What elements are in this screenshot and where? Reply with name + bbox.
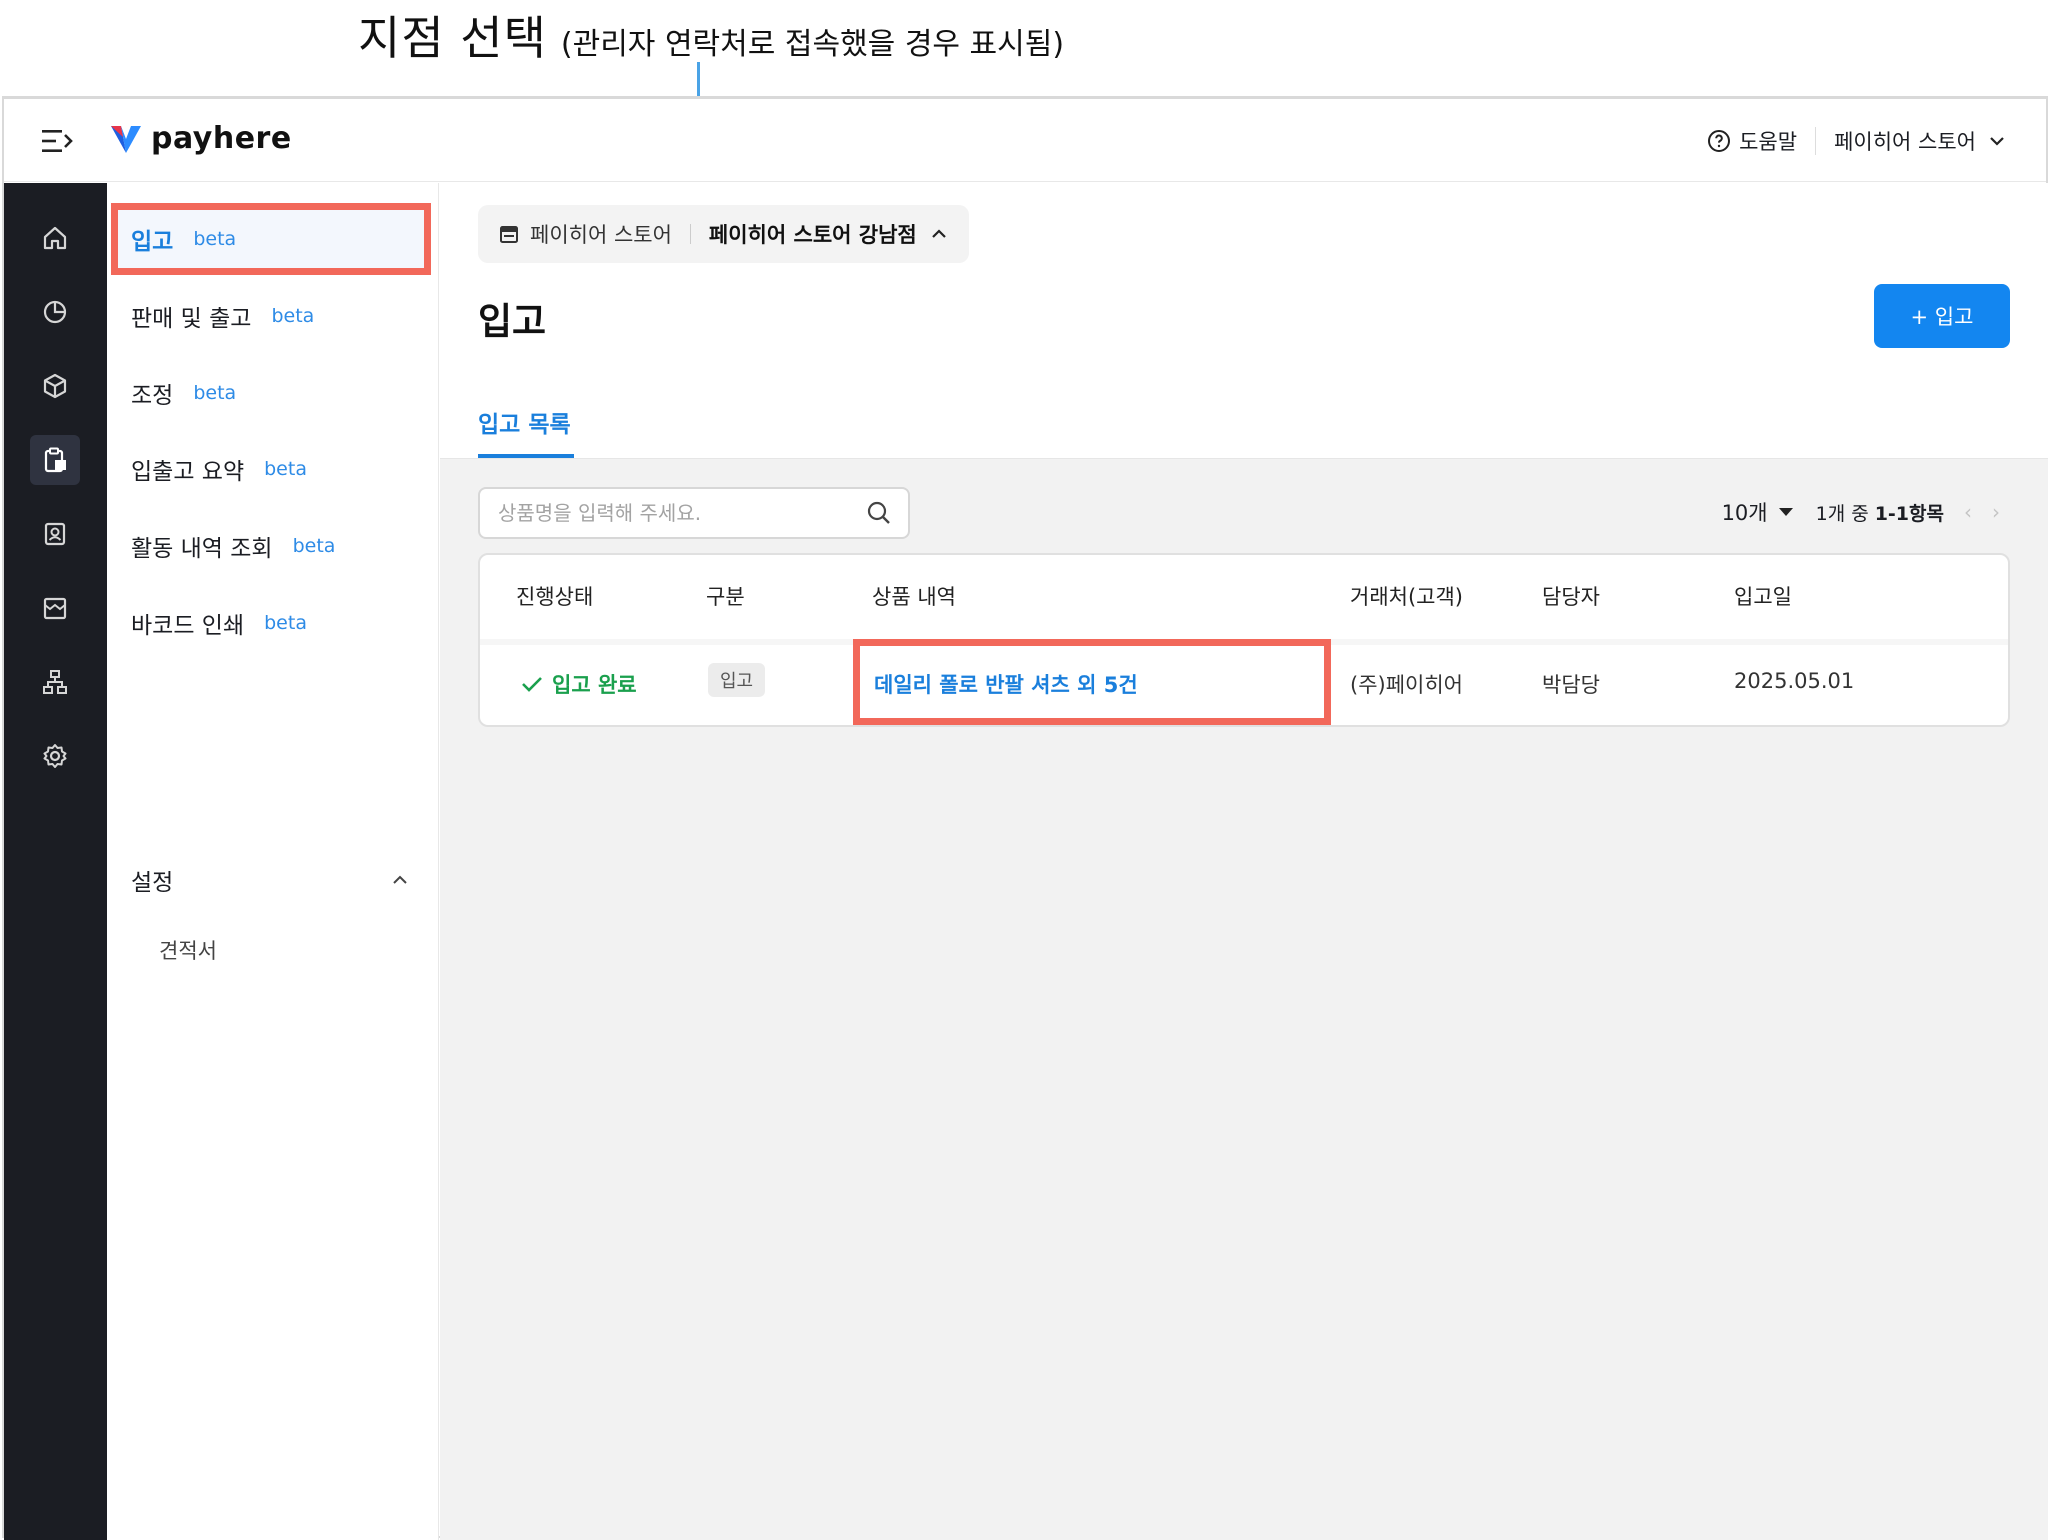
prev-page-icon[interactable]: ‹: [1964, 500, 1972, 524]
beta-badge: beta: [264, 612, 307, 634]
breadcrumb-divider: [689, 224, 691, 244]
icon-rail: [4, 183, 107, 1540]
highlight-box-item-link: [853, 639, 1331, 725]
tab-active-indicator: [478, 454, 574, 458]
caret-down-icon: [1778, 508, 1793, 516]
help-icon: [1708, 130, 1731, 152]
item-range: 1-1항목: [1874, 502, 1944, 525]
type-tag: 입고: [708, 663, 766, 697]
beta-badge: beta: [193, 382, 237, 404]
payhere-logo-icon: [111, 125, 141, 153]
submenu-item-label: 입고: [131, 229, 174, 255]
page-title: 입고: [478, 300, 547, 343]
submenu-item-summary[interactable]: 입출고 요약 beta: [107, 433, 439, 505]
annotation-subtitle: (관리자 연락처로 접속했을 경우 표시됨): [560, 27, 1065, 62]
search-input[interactable]: [496, 500, 866, 526]
store-icon[interactable]: [30, 583, 80, 633]
beta-badge: beta: [292, 535, 336, 557]
menu-toggle-icon[interactable]: [40, 127, 74, 155]
beta-badge: beta: [264, 458, 307, 480]
store-selector[interactable]: 페이히어 스토어: [1834, 126, 2008, 156]
settings-label: 설정: [131, 870, 174, 896]
sub-navigation: 입고 beta 판매 및 출고 beta 조정 beta 입출고 요약 beta…: [107, 183, 439, 1540]
next-page-icon[interactable]: ›: [1992, 500, 2000, 524]
submenu-item-quotation[interactable]: 견적서: [159, 935, 217, 965]
submenu-item-activity-log[interactable]: 활동 내역 조회 beta: [107, 510, 439, 582]
submenu-item-barcode-print[interactable]: 바코드 인쇄 beta: [107, 587, 439, 659]
chevron-up-icon: [931, 229, 946, 238]
date-cell: 2025.05.01: [1734, 669, 1855, 693]
status-text: 입고 완료: [552, 673, 637, 697]
home-icon[interactable]: [30, 213, 80, 263]
divider: [1815, 127, 1817, 155]
breadcrumb-branch: 페이히어 스토어 강남점: [708, 223, 917, 247]
submenu-item-label: 판매 및 출고: [131, 306, 252, 332]
per-page-select[interactable]: 10개: [1722, 497, 1794, 527]
per-page-value: 10개: [1721, 501, 1768, 525]
breadcrumb-store: 페이히어 스토어: [530, 223, 672, 247]
tab-stock-in-list[interactable]: 입고 목록: [478, 405, 571, 439]
submenu-item-label: 입출고 요약: [131, 459, 245, 485]
beta-badge: beta: [193, 228, 237, 250]
main-header: 페이히어 스토어 페이히어 스토어 강남점 입고 + 입고 입고 목록: [440, 183, 2048, 459]
total-count: 1개 중: [1815, 502, 1869, 525]
branch-selector[interactable]: 페이히어 스토어 페이히어 스토어 강남점: [478, 205, 969, 263]
contact-icon[interactable]: [30, 509, 80, 559]
submenu-item-sales-out[interactable]: 판매 및 출고 beta: [107, 280, 439, 352]
annotation-title: 지점 선택: [358, 11, 547, 65]
pagination: 10개 1개 중 1-1항목 ‹ ›: [1722, 497, 2000, 527]
add-stock-in-button[interactable]: + 입고: [1874, 284, 2010, 348]
chart-pie-icon[interactable]: [30, 287, 80, 337]
submenu-section-settings[interactable]: 설정: [107, 844, 439, 916]
help-label: 도움말: [1739, 130, 1798, 154]
app-window: payhere 도움말 페이히어 스토어 입고 beta 판매 및 출고 bet…: [2, 96, 2048, 1540]
column-header-type: 구분: [706, 585, 745, 609]
column-header-status: 진행상태: [516, 585, 594, 609]
column-header-date: 입고일: [1734, 585, 1792, 609]
manager-cell: 박담당: [1542, 673, 1600, 697]
submenu-item-label: 활동 내역 조회: [131, 536, 273, 562]
top-bar: payhere 도움말 페이히어 스토어: [4, 99, 2046, 182]
status-cell: 입고 완료: [520, 669, 637, 699]
column-header-items: 상품 내역: [872, 585, 956, 609]
stock-in-table: 진행상태 구분 상품 내역 거래처(고객) 담당자 입고일 입고 완료 입고 데…: [478, 553, 2010, 727]
submenu-item-label: 바코드 인쇄: [131, 613, 245, 639]
clipboard-icon[interactable]: [30, 435, 80, 485]
top-right-actions: 도움말 페이히어 스토어: [1707, 121, 2008, 161]
help-link[interactable]: 도움말: [1707, 126, 1797, 156]
check-icon: [522, 677, 542, 692]
box-icon[interactable]: [30, 361, 80, 411]
chevron-up-icon: [393, 875, 407, 884]
submenu-item-stock-in[interactable]: 입고 beta: [107, 203, 439, 275]
column-header-customer: 거래처(고객): [1350, 585, 1463, 609]
search-box: [478, 487, 910, 539]
submenu-item-adjust[interactable]: 조정 beta: [107, 357, 439, 429]
store-icon: [500, 226, 518, 243]
beta-badge: beta: [271, 305, 315, 327]
org-chart-icon[interactable]: [30, 657, 80, 707]
logo-text: payhere: [151, 121, 292, 156]
customer-cell: (주)페이히어: [1350, 673, 1463, 697]
payhere-logo[interactable]: payhere: [109, 121, 292, 156]
annotation: 지점 선택 (관리자 연락처로 접속했을 경우 표시됨): [358, 2, 1064, 72]
column-header-manager: 담당자: [1542, 585, 1600, 609]
gear-icon[interactable]: [30, 731, 80, 781]
chevron-down-icon: [1990, 137, 2004, 146]
search-icon[interactable]: [866, 500, 892, 526]
main-content: 페이히어 스토어 페이히어 스토어 강남점 입고 + 입고 입고 목록 10개: [440, 183, 2048, 1540]
store-name: 페이히어 스토어: [1834, 130, 1976, 154]
submenu-item-label: 조정: [131, 383, 174, 409]
